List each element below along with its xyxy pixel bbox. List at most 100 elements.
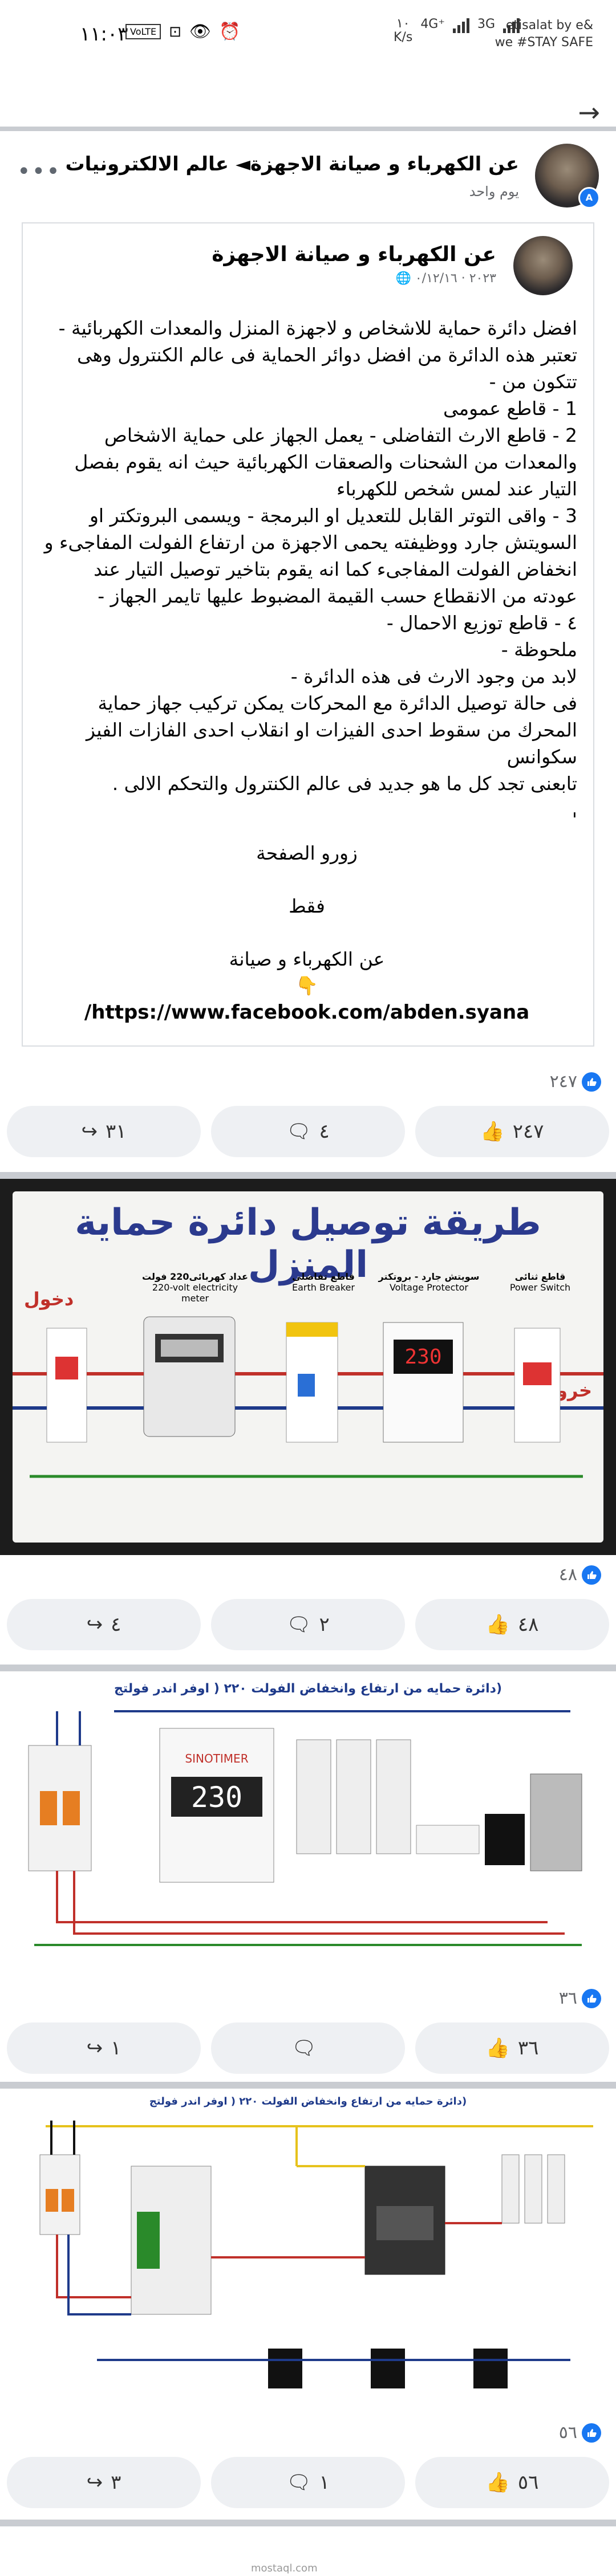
post-body-line: 3 - واقى التوتر القابل للتعديل او البرمج… (89, 504, 577, 527)
separator (0, 1172, 616, 1179)
comment-count: ٢ (319, 1613, 330, 1636)
image1-board: طريقة توصيل دائرة حماية المنزل دخول خروج… (13, 1191, 603, 1543)
action-bar-3: ↪ ٣ 🗨 ١ 👍 ٥٦ (7, 2457, 609, 2508)
image2-diagram: SINOTIMER 230 (28, 1710, 582, 1946)
post-body-line: 2 - قاطع الارث التفاضلى - يعمل الجهاز عل… (104, 424, 577, 446)
image1-diagram: 230 (13, 1316, 603, 1478)
more-options-icon[interactable]: ••• (17, 158, 61, 185)
like-count-3: ٥٦ (558, 2423, 577, 2443)
shared-page-name[interactable]: عن الكهرباء و صيانة الاجهزة (212, 243, 496, 266)
share-button[interactable]: ↪ ٣١ (7, 1106, 201, 1157)
like-button-count: ٤٨ (517, 1613, 539, 1636)
image1-switch-label: قاطع ثنائى Power Switch (497, 1271, 583, 1293)
like-button-count: ٢٤٧ (512, 1120, 544, 1143)
globe-icon: 🌐 (395, 271, 411, 286)
page-avatar[interactable]: A (535, 144, 600, 209)
separator (0, 1665, 616, 1671)
thumbs-up-icon: 👍 (485, 2471, 510, 2494)
like-button[interactable]: 👍 ٢٤٧ (415, 1106, 609, 1157)
post-body-line: فى حالة توصيل الدائرة مع المحركات يمكن ت… (98, 692, 577, 714)
like-button[interactable]: 👍 ٥٦ (415, 2457, 609, 2508)
separator (0, 2520, 616, 2526)
share-count: ١ (111, 2037, 121, 2060)
share-icon: ↪ (81, 1120, 98, 1143)
comment-icon: 🗨 (286, 1613, 311, 1636)
like-reaction-icon (582, 1565, 601, 1585)
image1-breaker-label: قاطع تفاضلى Earth Breaker (281, 1271, 366, 1293)
share-count: ٣ (111, 2471, 121, 2494)
post-body: افضل دائرة حماية للاشخاص و لاجهزة المنزل… (37, 315, 577, 1026)
comment-icon: 🗨 (286, 1120, 311, 1143)
speed-unit: K/s (394, 30, 413, 44)
reaction-summary-1[interactable]: ٤٨ (559, 1565, 601, 1585)
alarm-icon: ⏰ (218, 22, 241, 42)
carrier-info: etisalat by e& we #STAY SAFE (495, 17, 593, 51)
comment-count: ٤ (319, 1120, 330, 1143)
meter-ar: عداد كهربائى220 فولت (142, 1271, 248, 1282)
shared-post-card[interactable]: عن الكهرباء و صيانة الاجهزة ٢٠٢٣ · ٠/١٢/… (22, 222, 594, 1047)
page-link[interactable]: /https://www.facebook.com/abden.syana (37, 999, 577, 1026)
image1-protector-label: سويتش جارد - بروتكتر Voltage Protector (378, 1271, 480, 1293)
comment-button[interactable]: 🗨 ٢ (211, 1599, 405, 1650)
shared-date-text: ٢٠٢٣ · ٠/١٢/١٦ (415, 271, 496, 286)
like-count-0: ٢٤٧ (549, 1072, 577, 1092)
shared-date: ٢٠٢٣ · ٠/١٢/١٦ 🌐 (395, 271, 496, 286)
share-button[interactable]: ↪ ١ (7, 2022, 201, 2074)
like-reaction-icon (582, 1072, 601, 1092)
like-button[interactable]: 👍 ٣٦ (415, 2022, 609, 2074)
post-image-2[interactable]: (دائرة حمايه من ارتفاع وانخفاض الفولت ٢٢… (0, 1671, 616, 1968)
post-body-line: انخفاض الفولت المفاجىء كما انه يقوم بتاخ… (94, 558, 577, 580)
status-bar: ١١:٠٣ VoLTE ⊡ 👁 ⏰ ١٠ K/s 4G⁺ 3G etisalat… (0, 0, 616, 74)
protector-en: Voltage Protector (389, 1282, 469, 1293)
image2-display: 230 (191, 1781, 242, 1814)
post-body-line: تابعنى تجد كل ما هو جديد فى عالم الكنترو… (112, 772, 577, 795)
breaker-en: Earth Breaker (292, 1282, 355, 1293)
like-button[interactable]: 👍 ٤٨ (415, 1599, 609, 1650)
comment-button[interactable]: 🗨 ٤ (211, 1106, 405, 1157)
post-page-name[interactable]: عن الكهرباء و صيانة الاجهزة◄ عالم الالكت… (65, 153, 519, 176)
share-icon: ↪ (86, 2471, 103, 2494)
top-nav: → (0, 74, 616, 131)
image3-title: (دائرة حمايه من ارتفاع وانخفاض الفولت ٢٢… (149, 2095, 467, 2107)
share-button[interactable]: ↪ ٤ (7, 1599, 201, 1650)
share-button[interactable]: ↪ ٣ (7, 2457, 201, 2508)
post-body-line: تتكون من - (489, 371, 577, 393)
reaction-summary-2[interactable]: ٣٦ (559, 1988, 601, 2008)
post-dot: ' (572, 808, 577, 831)
volte-icon: VoLTE (125, 24, 161, 39)
switch-ar: قاطع ثنائى (514, 1271, 566, 1282)
comment-icon: 🗨 (291, 2037, 317, 2060)
eye-icon: 👁 (189, 22, 211, 42)
post-body-line: ملحوظة - (501, 638, 577, 661)
reaction-summary-3[interactable]: ٥٦ (559, 2423, 601, 2443)
post-header: A عن الكهرباء و صيانة الاجهزة◄ عالم الال… (0, 136, 616, 215)
comment-button[interactable]: 🗨 ١ (211, 2457, 405, 2508)
carrier-name: etisalat by e& (505, 18, 593, 32)
comment-button[interactable]: 🗨 (211, 2022, 405, 2074)
action-bar-1: ↪ ٤ 🗨 ٢ 👍 ٤٨ (7, 1599, 609, 1650)
like-button-count: ٥٦ (517, 2471, 539, 2494)
breaker-ar: قاطع تفاضلى (292, 1271, 355, 1282)
post-image-1[interactable]: طريقة توصيل دائرة حماية المنزل دخول خروج… (0, 1179, 616, 1555)
image1-meter-label: عداد كهربائى220 فولت 220-volt electricit… (138, 1271, 252, 1304)
post-time: يوم واحد (469, 184, 519, 200)
signal-icon (452, 17, 469, 33)
image2-title: (دائرة حمايه من ارتفاع وانخفاض الفولت ٢٢… (114, 1682, 502, 1696)
only-text: فقط (289, 895, 325, 917)
speed-value: ١٠ (396, 17, 410, 31)
post-image-3[interactable]: (دائرة حمايه من ارتفاع وانخفاض الفولت ٢٢… (0, 2089, 616, 2406)
post-body-line: لابد من وجود الارث فى هذه الدائرة - (290, 665, 577, 687)
shared-avatar[interactable] (513, 236, 573, 295)
share-icon: ↪ (86, 1613, 103, 1636)
net-3g: 3G (477, 17, 496, 31)
post-body-line: تعتبر هذه الدائرة من افضل دوائر الحماية … (77, 344, 577, 366)
comment-icon: 🗨 (286, 2471, 311, 2494)
reaction-summary-0[interactable]: ٢٤٧ (550, 1072, 601, 1092)
post-body-line: ٤ - قاطع توزيع الاحمال - (386, 612, 577, 634)
action-bar-0: ↪ ٣١ 🗨 ٤ 👍 ٢٤٧ (7, 1106, 609, 1157)
separator (0, 2082, 616, 2089)
share-icon: ↪ (86, 2037, 103, 2060)
share-count: ٤ (111, 1613, 121, 1636)
thumbs-up-icon: 👍 (480, 1120, 505, 1143)
back-arrow-icon[interactable]: → (578, 97, 600, 128)
